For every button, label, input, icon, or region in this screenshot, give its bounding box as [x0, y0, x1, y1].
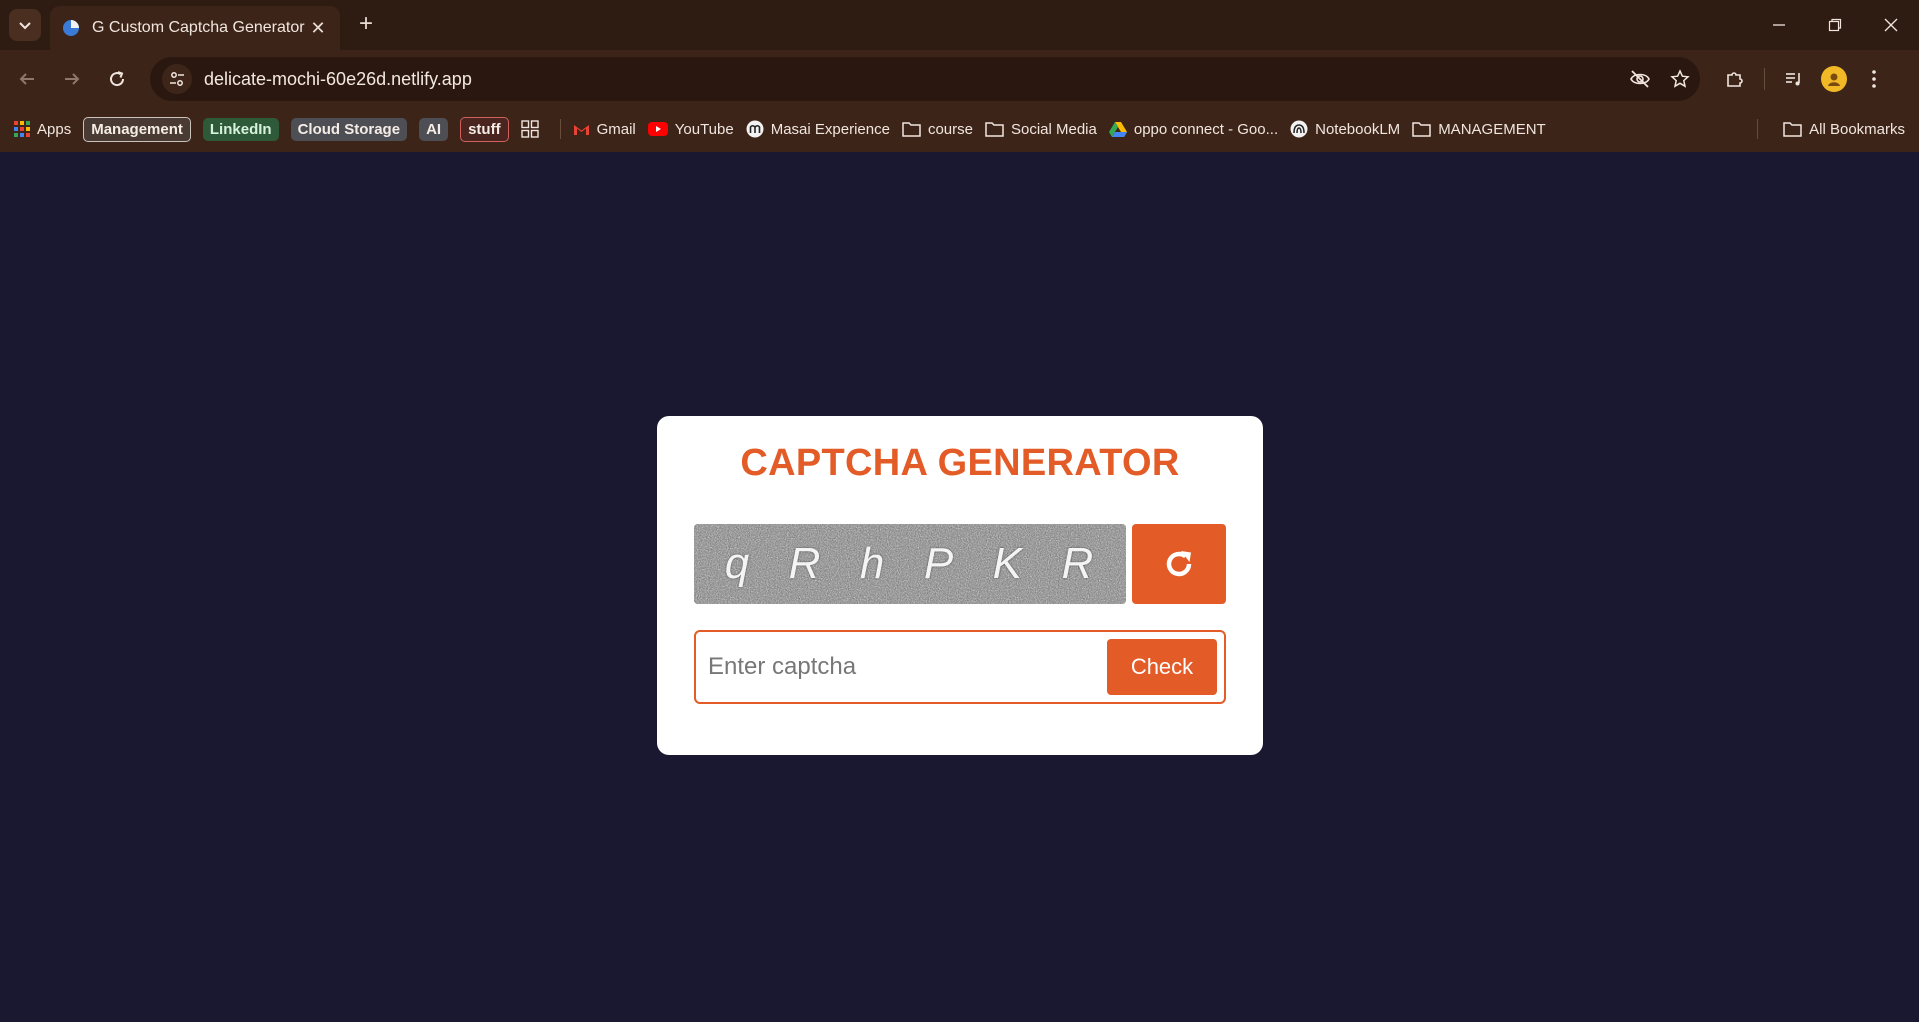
bookmark-group-ai[interactable]: AI	[419, 117, 449, 141]
star-icon	[1670, 69, 1690, 88]
all-bookmarks-button[interactable]: All Bookmarks	[1783, 108, 1905, 150]
tune-icon	[170, 72, 184, 86]
tracking-protection-button[interactable]	[1620, 59, 1660, 99]
tab-groups-icon	[520, 120, 539, 138]
page-title: CAPTCHA GENERATOR	[740, 442, 1180, 484]
restore-icon	[1828, 18, 1842, 32]
browser-chrome: G Custom Captcha Generator ✕ + delicate-…	[0, 0, 1919, 152]
bookmark-label: MANAGEMENT	[1438, 120, 1546, 138]
bookmark-youtube[interactable]: YouTube	[647, 120, 734, 138]
apps-grid-icon	[14, 121, 30, 137]
avatar-icon	[1828, 73, 1840, 86]
bookmark-label: All Bookmarks	[1809, 120, 1905, 138]
bookmark-apps[interactable]: Apps	[14, 121, 71, 138]
extensions-button[interactable]	[1718, 62, 1752, 96]
toolbar-separator	[1764, 68, 1765, 90]
bookmark-label: Masai Experience	[770, 120, 890, 138]
tab-strip: G Custom Captcha Generator ✕ +	[0, 0, 1919, 50]
bookmark-folder-social-media[interactable]: Social Media	[985, 121, 1097, 138]
bookmark-folder-management[interactable]: MANAGEMENT	[1412, 121, 1546, 138]
back-button[interactable]	[12, 64, 42, 94]
close-icon	[1884, 18, 1898, 32]
check-button[interactable]: Check	[1107, 639, 1217, 695]
minimize-button[interactable]	[1751, 0, 1807, 50]
bookmark-folder-course[interactable]: course	[902, 121, 973, 138]
site-info-button[interactable]	[162, 64, 192, 94]
bookmark-notebooklm[interactable]: NotebookLM	[1290, 120, 1400, 138]
captcha-text: q R h P K R	[694, 524, 1126, 604]
captcha-char: K	[992, 539, 1024, 588]
close-tab-icon[interactable]: ✕	[308, 18, 328, 39]
arrow-left-icon	[19, 73, 34, 85]
captcha-image: q R h P K R	[694, 524, 1126, 604]
bookmark-star-button[interactable]	[1660, 59, 1700, 99]
media-control-button[interactable]	[1777, 62, 1811, 96]
more-vertical-icon	[1872, 70, 1876, 88]
bookmark-masai[interactable]: Masai Experience	[746, 120, 890, 138]
bookmark-label: Gmail	[596, 120, 636, 138]
folder-icon	[902, 122, 921, 137]
address-bar[interactable]: delicate-mochi-60e26d.netlify.app	[150, 57, 1700, 101]
youtube-icon	[647, 122, 668, 136]
page-viewport: CAPTCHA GENERATOR q R h P K R Enter capt…	[0, 152, 1919, 1022]
eye-off-icon	[1630, 70, 1650, 88]
bookmark-label: YouTube	[674, 120, 734, 138]
reload-icon	[110, 71, 125, 87]
bookmark-label: NotebookLM	[1315, 120, 1401, 138]
active-tab[interactable]: G Custom Captcha Generator ✕	[50, 6, 340, 50]
puzzle-icon	[1727, 72, 1743, 87]
folder-icon	[1783, 122, 1802, 137]
close-window-button[interactable]	[1863, 0, 1919, 50]
captcha-input[interactable]	[708, 642, 1088, 692]
tab-groups-button[interactable]	[520, 120, 546, 138]
new-tab-button[interactable]: +	[352, 10, 380, 38]
captcha-card: CAPTCHA GENERATOR q R h P K R Enter capt…	[657, 416, 1263, 755]
bookmarks-separator	[559, 119, 561, 139]
bookmark-group-linkedin[interactable]: LinkedIn	[202, 117, 279, 141]
captcha-char: R	[1061, 539, 1096, 588]
browser-toolbar: delicate-mochi-60e26d.netlify.app	[0, 50, 1919, 108]
reload-button[interactable]	[102, 64, 132, 94]
refresh-icon	[1166, 551, 1192, 577]
captcha-input-group: Check	[694, 630, 1226, 704]
google-drive-icon	[1108, 122, 1127, 137]
bookmarks-separator	[1757, 119, 1758, 139]
url-text: delicate-mochi-60e26d.netlify.app	[204, 68, 472, 89]
restore-button[interactable]	[1807, 0, 1863, 50]
bookmark-label: oppo connect - Goo...	[1133, 120, 1279, 138]
bookmark-label: course	[927, 120, 973, 138]
playlist-music-icon	[1786, 73, 1800, 86]
bookmark-label: Apps	[37, 120, 72, 138]
avatar	[1821, 66, 1847, 92]
masai-logo-icon	[746, 120, 764, 138]
chevron-down-icon	[19, 22, 31, 30]
notebooklm-icon	[1290, 120, 1308, 138]
folder-icon	[1412, 122, 1431, 137]
bookmark-oppo-connect[interactable]: oppo connect - Goo...	[1108, 120, 1279, 138]
bookmark-group-cloud-storage[interactable]: Cloud Storage	[290, 117, 408, 141]
minimize-icon	[1773, 24, 1785, 26]
window-controls	[1751, 0, 1919, 50]
refresh-captcha-button[interactable]	[1132, 524, 1226, 604]
bookmarks-bar: Apps Management LinkedIn Cloud Storage A…	[0, 108, 1919, 150]
toolbar-right	[1718, 62, 1891, 96]
captcha-char: q	[724, 539, 752, 588]
folder-icon	[985, 122, 1004, 137]
arrow-right-icon	[65, 73, 80, 85]
captcha-char: R	[788, 539, 823, 588]
bookmark-group-stuff[interactable]: stuff	[460, 116, 509, 142]
site-favicon-icon	[63, 20, 79, 36]
forward-button[interactable]	[57, 64, 87, 94]
profile-button[interactable]	[1817, 62, 1851, 96]
tab-search-button[interactable]	[9, 9, 41, 41]
gmail-icon	[573, 124, 589, 135]
captcha-char: P	[923, 539, 956, 588]
bookmark-group-management[interactable]: Management	[83, 116, 191, 142]
captcha-char: h	[859, 539, 887, 588]
bookmark-label: Social Media	[1010, 120, 1097, 138]
bookmark-gmail[interactable]: Gmail	[573, 121, 636, 138]
tab-title: G Custom Captcha Generator	[92, 19, 305, 36]
menu-button[interactable]	[1857, 62, 1891, 96]
